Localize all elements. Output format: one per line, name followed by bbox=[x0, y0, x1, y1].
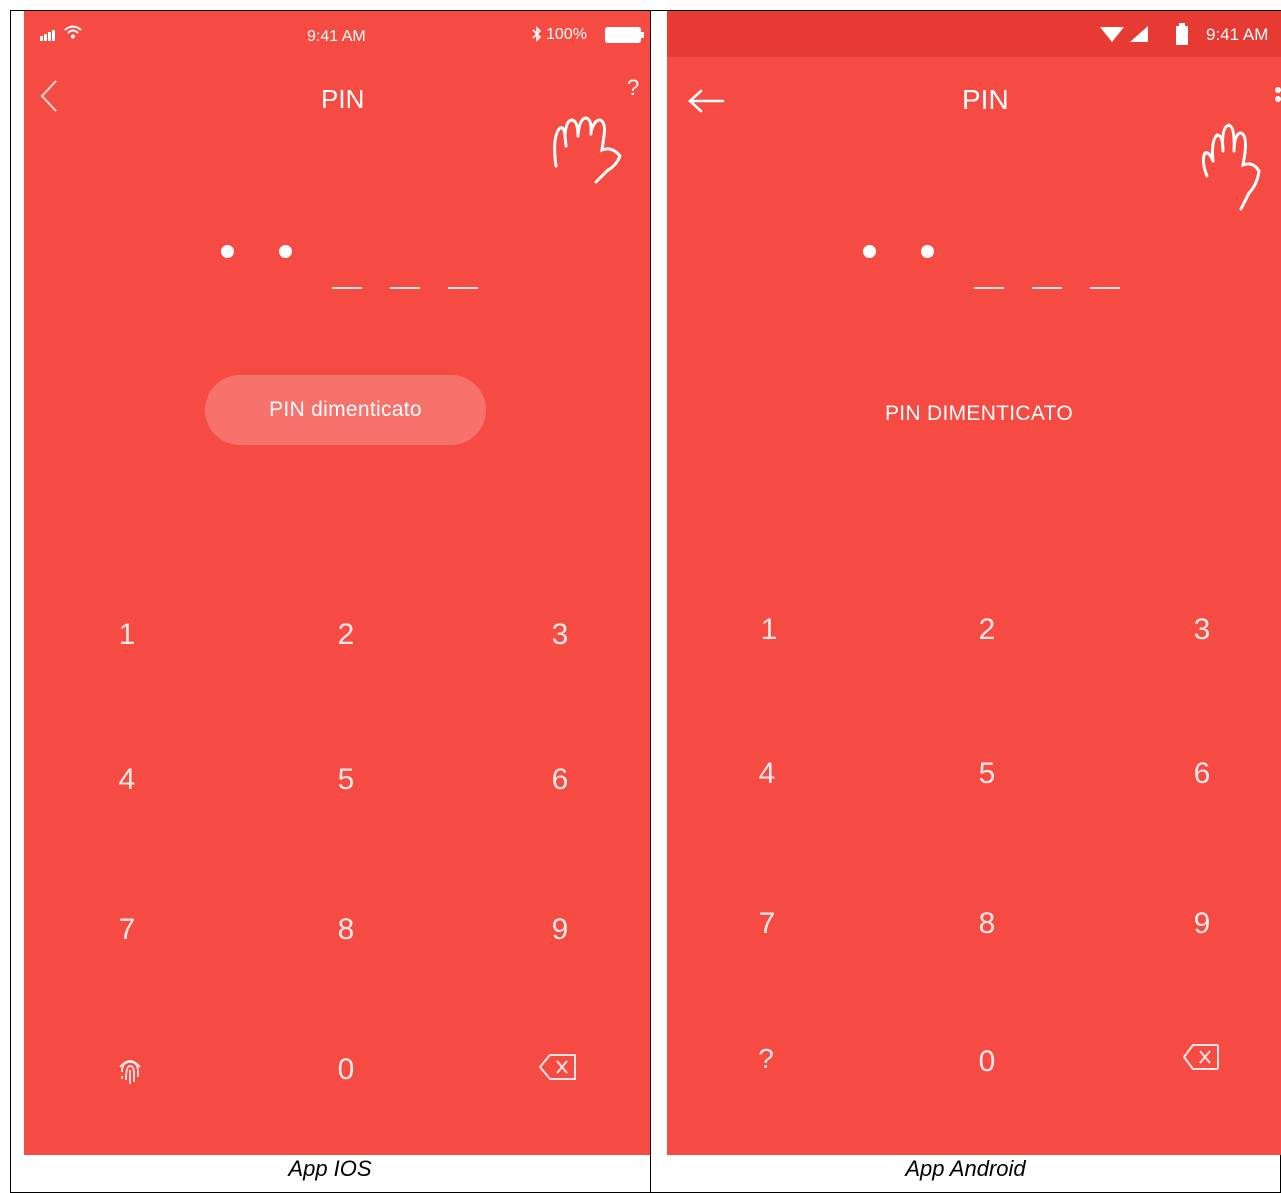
ios-page-title: PIN bbox=[321, 84, 365, 114]
pin-dot-1 bbox=[863, 245, 876, 258]
key-4[interactable]: 4 bbox=[87, 750, 167, 810]
pin-dash-4 bbox=[1032, 287, 1062, 289]
pin-dash-5 bbox=[1090, 287, 1120, 289]
back-arrow-icon[interactable] bbox=[687, 89, 725, 118]
back-chevron-icon[interactable] bbox=[40, 79, 58, 118]
touch-hand-icon[interactable] bbox=[550, 106, 630, 196]
android-screen: 9:41 AM PIN PIN DIMENTICATO 1 2 3 4 5 6 … bbox=[667, 11, 1281, 1155]
delete-key[interactable] bbox=[518, 1037, 598, 1097]
key-7[interactable]: 7 bbox=[87, 900, 167, 960]
wifi-icon bbox=[64, 25, 82, 44]
key-5[interactable]: 5 bbox=[306, 750, 386, 810]
ios-help-button[interactable]: ? bbox=[627, 75, 639, 101]
key-1[interactable]: 1 bbox=[729, 600, 809, 660]
key-1[interactable]: 1 bbox=[87, 605, 167, 665]
key-8[interactable]: 8 bbox=[947, 894, 1027, 954]
fingerprint-key[interactable] bbox=[90, 1040, 170, 1100]
backspace-icon bbox=[1183, 1044, 1219, 1070]
forgot-pin-button[interactable]: PIN dimenticato bbox=[205, 375, 486, 445]
key-2[interactable]: 2 bbox=[306, 605, 386, 665]
pin-dash-3 bbox=[332, 287, 362, 289]
pin-dash-3 bbox=[974, 287, 1004, 289]
backspace-icon bbox=[539, 1054, 576, 1080]
battery-icon bbox=[1176, 23, 1188, 50]
key-6[interactable]: 6 bbox=[520, 750, 600, 810]
ios-battery-percent: 100% bbox=[546, 26, 587, 43]
key-4[interactable]: 4 bbox=[727, 744, 807, 804]
battery-icon bbox=[605, 27, 645, 48]
pin-dash-5 bbox=[448, 287, 478, 289]
ios-status-time: 9:41 AM bbox=[307, 28, 366, 45]
fingerprint-icon bbox=[119, 1060, 141, 1084]
key-9[interactable]: 9 bbox=[1162, 894, 1242, 954]
key-0[interactable]: 0 bbox=[306, 1040, 386, 1100]
ios-screen: 9:41 AM 100% PIN ? PIN dimenticato 1 2 3… bbox=[24, 11, 650, 1155]
signal-icon bbox=[40, 28, 60, 46]
forgot-pin-button[interactable]: PIN DIMENTICATO bbox=[849, 394, 1109, 434]
key-6[interactable]: 6 bbox=[1162, 744, 1242, 804]
bluetooth-icon bbox=[532, 26, 542, 47]
key-2[interactable]: 2 bbox=[947, 600, 1027, 660]
key-7[interactable]: 7 bbox=[727, 894, 807, 954]
android-status-bar bbox=[667, 11, 1281, 57]
pin-dot-2 bbox=[279, 245, 292, 258]
android-status-time: 9:41 AM bbox=[1206, 25, 1269, 44]
android-caption: App Android bbox=[905, 1156, 1026, 1181]
touch-hand-icon[interactable] bbox=[1197, 121, 1281, 221]
pin-dot-2 bbox=[921, 245, 934, 258]
pin-dot-1 bbox=[221, 245, 234, 258]
ios-caption: App IOS bbox=[288, 1156, 372, 1181]
key-3[interactable]: 3 bbox=[520, 605, 600, 665]
wifi-icon bbox=[1099, 25, 1125, 48]
key-5[interactable]: 5 bbox=[947, 744, 1027, 804]
key-0[interactable]: 0 bbox=[947, 1032, 1027, 1092]
cell-signal-icon bbox=[1129, 25, 1149, 48]
key-3[interactable]: 3 bbox=[1162, 600, 1242, 660]
delete-key[interactable] bbox=[1161, 1027, 1241, 1087]
help-key[interactable]: ? bbox=[726, 1029, 806, 1089]
android-page-title: PIN bbox=[962, 84, 1009, 115]
key-8[interactable]: 8 bbox=[306, 900, 386, 960]
pin-dash-4 bbox=[390, 287, 420, 289]
more-vert-icon[interactable] bbox=[1275, 87, 1281, 116]
key-9[interactable]: 9 bbox=[520, 900, 600, 960]
